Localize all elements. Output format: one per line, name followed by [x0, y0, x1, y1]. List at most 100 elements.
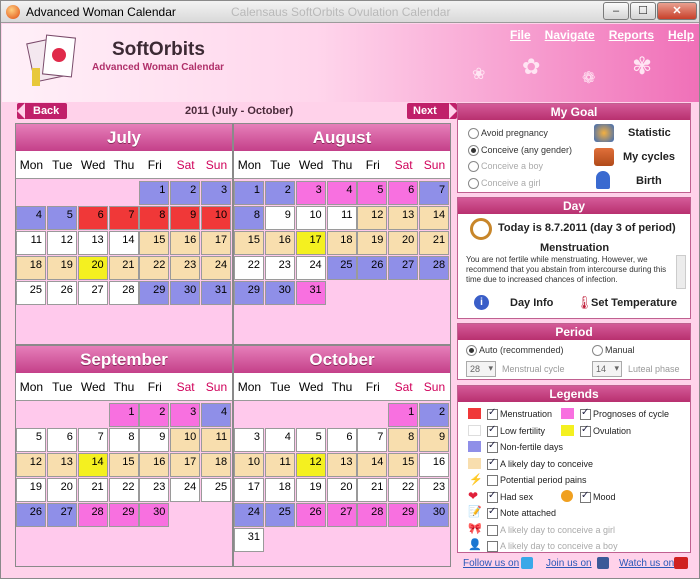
day-cell[interactable]: 1	[139, 181, 170, 205]
day-cell[interactable]: 15	[139, 231, 170, 255]
day-cell[interactable]: 30	[264, 281, 295, 305]
day-cell[interactable]: 16	[139, 453, 170, 477]
day-cell[interactable]: 11	[201, 428, 232, 452]
legend-non-fertile[interactable]: Non-fertile days	[487, 440, 563, 453]
day-cell[interactable]: 11	[16, 231, 46, 255]
day-cell[interactable]: 14	[419, 206, 450, 230]
auto-period-radio[interactable]: Auto (recommended)	[466, 345, 564, 356]
day-cell[interactable]: 5	[295, 428, 326, 452]
day-cell[interactable]: 15	[388, 453, 419, 477]
day-cell[interactable]: 6	[388, 181, 419, 205]
day-cell[interactable]: 29	[108, 503, 139, 527]
day-cell[interactable]: 23	[170, 256, 201, 280]
day-cell[interactable]: 5	[16, 428, 46, 452]
day-cell[interactable]: 26	[16, 503, 46, 527]
avoid-pregnancy-radio[interactable]: Avoid pregnancy	[468, 128, 548, 139]
day-cell[interactable]: 27	[46, 503, 77, 527]
day-cell[interactable]: 28	[77, 503, 108, 527]
day-cell[interactable]: 20	[77, 256, 108, 280]
day-cell[interactable]: 29	[234, 281, 264, 305]
day-cell[interactable]: 18	[16, 256, 46, 280]
day-cell[interactable]: 22	[234, 256, 264, 280]
close-button[interactable]: ✕	[657, 2, 697, 20]
day-cell[interactable]: 19	[46, 256, 77, 280]
day-cell[interactable]: 26	[295, 503, 326, 527]
legend-note-attached[interactable]: Note attached	[487, 506, 556, 519]
day-cell[interactable]: 17	[295, 231, 326, 255]
day-cell[interactable]: 7	[419, 181, 450, 205]
legend-likely-conceive[interactable]: A likely day to conceive	[487, 457, 593, 470]
statistic-icon[interactable]	[594, 124, 614, 142]
day-cell[interactable]: 8	[234, 206, 264, 230]
day-cell[interactable]: 2	[419, 403, 450, 427]
minimize-button[interactable]: –	[603, 2, 629, 20]
twitter-icon[interactable]	[521, 557, 533, 569]
day-cell[interactable]: 10	[234, 453, 264, 477]
manual-period-radio[interactable]: Manual	[592, 345, 635, 356]
day-cell[interactable]: 24	[295, 256, 326, 280]
my-cycles-icon[interactable]	[594, 148, 614, 166]
day-cell[interactable]: 21	[108, 256, 139, 280]
day-cell[interactable]: 21	[77, 478, 108, 502]
day-cell[interactable]: 25	[264, 503, 295, 527]
day-cell[interactable]: 24	[201, 256, 232, 280]
day-cell[interactable]: 22	[139, 256, 170, 280]
day-cell[interactable]: 28	[419, 256, 450, 280]
follow-us-link[interactable]: Follow us on	[463, 558, 519, 569]
day-cell[interactable]: 3	[234, 428, 264, 452]
menu-navigate[interactable]: Navigate	[545, 28, 595, 42]
day-cell[interactable]: 31	[234, 528, 264, 552]
day-cell[interactable]: 14	[357, 453, 388, 477]
day-cell[interactable]: 19	[357, 231, 388, 255]
facebook-icon[interactable]	[597, 557, 609, 569]
day-cell[interactable]: 24	[170, 478, 201, 502]
day-cell[interactable]: 21	[357, 478, 388, 502]
day-cell[interactable]: 7	[77, 428, 108, 452]
description-scrollbar[interactable]	[676, 255, 686, 289]
next-button[interactable]: Next	[407, 103, 457, 119]
day-cell[interactable]: 5	[357, 181, 388, 205]
menstrual-cycle-select[interactable]: 28	[466, 361, 496, 377]
day-cell[interactable]: 21	[419, 231, 450, 255]
day-cell[interactable]: 19	[16, 478, 46, 502]
day-cell[interactable]: 25	[16, 281, 46, 305]
day-cell[interactable]: 19	[295, 478, 326, 502]
day-cell[interactable]: 1	[234, 181, 264, 205]
day-cell[interactable]: 17	[201, 231, 232, 255]
day-cell[interactable]: 31	[295, 281, 326, 305]
day-cell[interactable]: 6	[77, 206, 108, 230]
youtube-icon[interactable]	[674, 557, 688, 569]
day-cell[interactable]: 13	[46, 453, 77, 477]
day-cell[interactable]: 12	[16, 453, 46, 477]
legend-conceive-girl[interactable]: A likely day to conceive a girl	[487, 525, 615, 536]
day-cell[interactable]: 26	[357, 256, 388, 280]
join-us-link[interactable]: Join us on	[546, 558, 592, 569]
day-cell[interactable]: 15	[108, 453, 139, 477]
day-cell[interactable]: 9	[139, 428, 170, 452]
set-temperature-link[interactable]: Set Temperature	[591, 297, 677, 309]
legend-menstruation[interactable]: Menstruation	[487, 407, 552, 420]
legend-had-sex[interactable]: Had sex	[487, 490, 533, 503]
info-icon[interactable]: i	[474, 295, 489, 310]
day-cell[interactable]: 9	[170, 206, 201, 230]
day-cell[interactable]: 3	[201, 181, 232, 205]
day-cell[interactable]: 14	[77, 453, 108, 477]
day-cell[interactable]: 6	[326, 428, 357, 452]
day-cell[interactable]: 22	[388, 478, 419, 502]
conceive-boy-radio[interactable]: Conceive a boy	[468, 161, 543, 172]
day-cell[interactable]: 29	[139, 281, 170, 305]
day-cell[interactable]: 18	[326, 231, 357, 255]
day-cell[interactable]: 16	[419, 453, 450, 477]
day-cell[interactable]: 9	[264, 206, 295, 230]
my-cycles-link[interactable]: My cycles	[623, 151, 675, 163]
day-cell[interactable]: 8	[108, 428, 139, 452]
day-cell[interactable]: 6	[46, 428, 77, 452]
day-cell[interactable]: 18	[201, 453, 232, 477]
luteal-phase-select[interactable]: 14	[592, 361, 622, 377]
day-cell[interactable]: 30	[139, 503, 170, 527]
legend-mood[interactable]: Mood	[580, 490, 616, 503]
day-cell[interactable]: 18	[264, 478, 295, 502]
day-cell[interactable]: 16	[264, 231, 295, 255]
day-cell[interactable]: 15	[234, 231, 264, 255]
day-cell[interactable]: 26	[46, 281, 77, 305]
